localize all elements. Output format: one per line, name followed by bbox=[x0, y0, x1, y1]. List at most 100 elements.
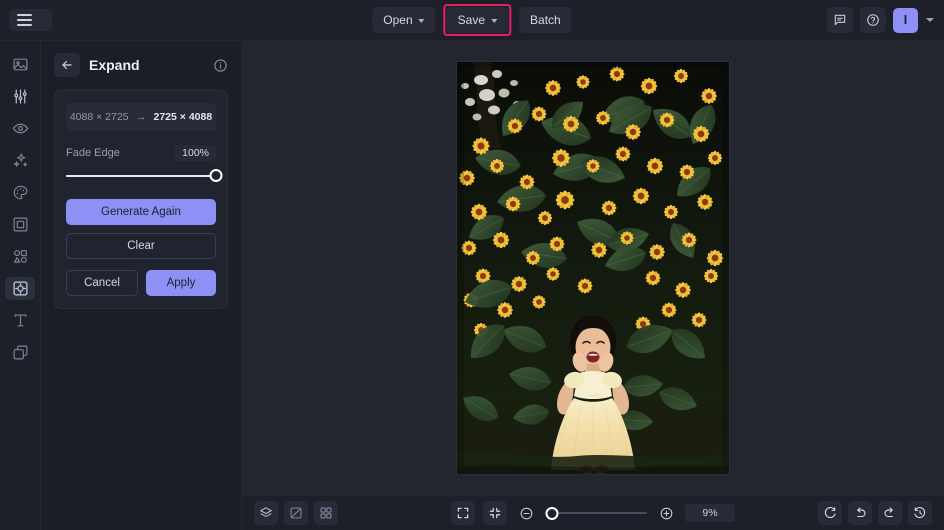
top-bar: Open Save Batch I bbox=[0, 0, 944, 41]
save-label: Save bbox=[457, 13, 486, 27]
slider-fill bbox=[66, 175, 216, 177]
reset-button[interactable] bbox=[818, 501, 842, 525]
plus-circle-icon bbox=[660, 507, 672, 519]
layers-button[interactable] bbox=[254, 501, 278, 525]
sidebar-item-layers[interactable] bbox=[5, 341, 35, 364]
chevron-down-icon[interactable] bbox=[926, 18, 934, 22]
zoom-slider-handle[interactable] bbox=[545, 506, 559, 520]
cancel-label: Cancel bbox=[84, 277, 120, 289]
zoom-slider-rail bbox=[545, 512, 647, 514]
save-highlight-box: Save bbox=[443, 4, 512, 36]
apply-button[interactable]: Apply bbox=[146, 270, 216, 296]
comment-icon bbox=[834, 14, 846, 26]
photo-preview[interactable] bbox=[457, 62, 729, 474]
question-circle-icon bbox=[867, 14, 879, 26]
eye-icon bbox=[12, 123, 28, 134]
text-icon bbox=[14, 314, 26, 327]
redo-button[interactable] bbox=[878, 501, 902, 525]
image-icon bbox=[13, 58, 27, 71]
open-button[interactable]: Open bbox=[372, 7, 436, 33]
zoom-in-button[interactable] bbox=[655, 502, 677, 524]
main-body: Expand 4088 × 2725 → 2725 × 4088 Fade Ed… bbox=[0, 41, 944, 530]
user-avatar[interactable]: I bbox=[893, 7, 918, 33]
top-center-actions: Open Save Batch bbox=[372, 4, 572, 36]
sidebar-item-adjust[interactable] bbox=[5, 85, 35, 108]
sidebar-item-retouch[interactable] bbox=[5, 117, 35, 140]
dimensions-display[interactable]: 4088 × 2725 → 2725 × 4088 bbox=[66, 103, 216, 131]
undo-icon bbox=[857, 507, 866, 518]
canvas-area[interactable]: 9% bbox=[242, 41, 944, 530]
app-menu-button[interactable] bbox=[9, 9, 52, 31]
fullscreen-icon bbox=[457, 507, 469, 519]
sidebar-item-text[interactable] bbox=[5, 309, 35, 332]
fade-edge-label: Fade Edge bbox=[66, 147, 120, 159]
expand-settings-card: 4088 × 2725 → 2725 × 4088 Fade Edge 100%… bbox=[54, 90, 228, 309]
sidebar-item-expand[interactable] bbox=[5, 277, 35, 300]
tool-rail bbox=[0, 41, 41, 530]
sidebar-item-ai-effects[interactable] bbox=[5, 149, 35, 172]
cancel-button[interactable]: Cancel bbox=[66, 270, 138, 296]
dimensions-from: 4088 × 2725 bbox=[69, 111, 129, 123]
compare-split-icon bbox=[290, 507, 302, 519]
chevron-down-icon bbox=[491, 18, 498, 23]
shapes-icon bbox=[13, 250, 27, 263]
zoom-value[interactable]: 9% bbox=[685, 504, 735, 522]
sparkles-icon bbox=[13, 153, 27, 167]
sidebar-item-color[interactable] bbox=[5, 181, 35, 204]
feedback-button[interactable] bbox=[827, 7, 853, 33]
duplicate-layers-icon bbox=[13, 345, 27, 360]
sliders-icon bbox=[13, 89, 27, 104]
zoom-controls: 9% bbox=[451, 501, 735, 525]
history-controls bbox=[818, 501, 932, 525]
sidebar-item-image[interactable] bbox=[5, 53, 35, 76]
palette-icon bbox=[13, 185, 27, 200]
back-button[interactable] bbox=[54, 53, 80, 77]
refresh-icon bbox=[824, 507, 836, 518]
undo-button[interactable] bbox=[848, 501, 872, 525]
arrow-left-icon bbox=[62, 60, 72, 70]
fullscreen-button[interactable] bbox=[451, 501, 475, 525]
generate-again-label: Generate Again bbox=[101, 206, 181, 218]
grid-icon bbox=[320, 507, 332, 519]
batch-button[interactable]: Batch bbox=[519, 7, 572, 33]
expand-panel: Expand 4088 × 2725 → 2725 × 4088 Fade Ed… bbox=[41, 41, 242, 530]
help-button[interactable] bbox=[860, 7, 886, 33]
generate-again-button[interactable]: Generate Again bbox=[66, 199, 216, 225]
arrow-right-icon: → bbox=[135, 111, 147, 123]
save-button[interactable]: Save bbox=[446, 7, 509, 33]
panel-header: Expand bbox=[54, 53, 228, 77]
bottom-toolbar: 9% bbox=[242, 495, 944, 530]
bottom-left-tools bbox=[254, 501, 338, 525]
photo-editor-app: Open Save Batch I Expand 4088 × 2725 → 2… bbox=[0, 0, 944, 530]
slider-handle[interactable] bbox=[209, 169, 223, 182]
grid-button[interactable] bbox=[314, 501, 338, 525]
compare-button[interactable] bbox=[284, 501, 308, 525]
sidebar-item-shapes[interactable] bbox=[5, 245, 35, 268]
clear-button[interactable]: Clear bbox=[66, 233, 216, 259]
clear-label: Clear bbox=[127, 240, 155, 252]
redo-icon bbox=[884, 507, 893, 518]
open-label: Open bbox=[383, 13, 413, 27]
history-button[interactable] bbox=[908, 501, 932, 525]
apply-label: Apply bbox=[166, 277, 196, 289]
history-clock-icon bbox=[914, 507, 926, 518]
photo-artwork bbox=[457, 62, 729, 474]
dimensions-to: 2725 × 4088 bbox=[153, 111, 213, 123]
fit-to-screen-icon bbox=[489, 507, 501, 519]
chevron-down-icon bbox=[418, 18, 425, 23]
info-button[interactable] bbox=[213, 58, 228, 73]
avatar-initial: I bbox=[903, 13, 908, 27]
hamburger-icon bbox=[17, 14, 32, 26]
sidebar-item-frame[interactable] bbox=[5, 213, 35, 236]
zoom-out-button[interactable] bbox=[515, 502, 537, 524]
fade-edge-value[interactable]: 100% bbox=[175, 145, 216, 161]
fade-edge-slider[interactable] bbox=[66, 169, 223, 183]
info-circle-icon bbox=[214, 58, 227, 72]
layers-stack-icon bbox=[260, 507, 272, 517]
zoom-slider[interactable] bbox=[545, 506, 647, 520]
panel-action-row: Cancel Apply bbox=[66, 270, 216, 296]
fade-edge-row: Fade Edge 100% bbox=[66, 145, 216, 161]
batch-label: Batch bbox=[530, 13, 561, 27]
minus-circle-icon bbox=[520, 507, 532, 519]
fit-screen-button[interactable] bbox=[483, 501, 507, 525]
